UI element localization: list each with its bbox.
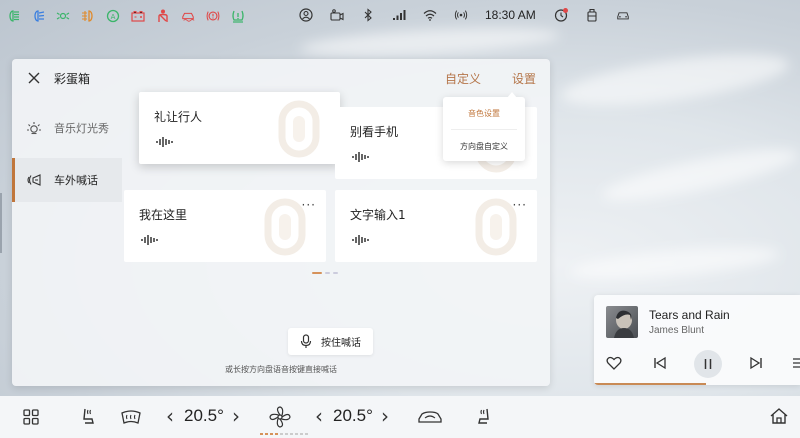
clock: 18:30 AM [485,8,536,22]
hotspot-icon [454,8,468,22]
waveform-icon [156,137,173,147]
seat-heat-left-icon[interactable] [79,407,97,427]
waveform-icon [352,152,369,162]
dropdown-item-wheel-custom[interactable]: 方向盘自定义 [443,130,525,162]
fan-icon[interactable] [269,406,291,428]
voice-card[interactable]: 文字输入1 ··· [335,190,537,262]
side-item-label: 车外喊话 [54,174,98,187]
svg-text:A: A [111,13,116,21]
left-temperature: 20.5° [184,406,224,425]
voice-card[interactable]: 我在这里 ··· [124,190,326,262]
hint-text: 或长按方向盘语音按键直接喊话 [225,365,337,374]
watermark-icon [475,198,517,256]
waveform-icon [352,235,369,245]
tire-pressure-icon [231,9,245,23]
settings-dropdown: 音色设置 方向盘自定义 [443,92,525,162]
side-item-light-show[interactable]: 音乐灯光秀 [12,106,122,150]
battery-warning-icon [131,9,145,23]
recirculation-icon[interactable] [417,410,443,424]
settings-link[interactable]: 设置 [512,70,536,87]
side-item-label: 音乐灯光秀 [54,122,109,135]
album-art[interactable] [606,306,638,338]
heart-icon[interactable] [606,355,622,371]
pause-icon [704,359,712,369]
speaker-icon [27,174,41,186]
fog-light-icon [81,9,95,23]
fan-level-indicator [260,433,308,435]
dropdown-item-voice-settings[interactable]: 音色设置 [443,97,525,129]
headlight-icon [6,9,20,23]
artist-name: James Blunt [649,325,705,336]
apps-grid-icon[interactable] [23,409,39,425]
push-to-talk-label: 按住喊话 [321,338,361,349]
page-indicator [312,272,338,274]
windshield-defrost-icon[interactable] [120,409,142,425]
right-temperature: 20.5° [333,406,373,425]
bottom-bar: ‹ 20.5° › ‹ 20.5° › [0,396,800,438]
brake-warning-icon [206,9,220,23]
seat-heat-right-icon[interactable] [475,407,493,427]
voice-card[interactable]: 礼让行人 [139,92,340,164]
card-title: 文字输入1 [350,208,406,222]
notification-icon[interactable] [554,8,568,22]
custom-link[interactable]: 自定义 [445,70,481,87]
watermark-icon [264,198,306,256]
left-temp-up-button[interactable]: › [232,404,240,428]
playlist-icon[interactable] [792,355,800,371]
left-temp-down-button[interactable]: ‹ [166,404,174,428]
playback-progress[interactable] [594,383,706,385]
previous-icon[interactable] [652,355,668,371]
traction-warning-icon [181,9,195,23]
card-title: 别看手机 [350,125,399,139]
panel-title: 彩蛋箱 [54,72,91,86]
edge-handle[interactable] [0,193,2,253]
status-bar: A 18:30 AM [0,0,800,32]
music-widget: Tears and Rain James Blunt [594,295,800,385]
home-icon[interactable] [769,407,789,425]
parking-light-icon [56,9,70,23]
wifi-icon [423,8,437,22]
cargo-icon [585,8,599,22]
card-title: 礼让行人 [154,110,203,124]
card-title: 我在这里 [139,208,188,222]
side-nav: 音乐灯光秀 车外喊话 [12,99,122,202]
push-to-talk-button[interactable]: 按住喊话 [288,328,373,355]
bluetooth-icon [361,8,375,22]
close-icon[interactable] [27,70,41,84]
watermark-icon [278,100,320,158]
right-temp-down-button[interactable]: ‹ [315,404,323,428]
pause-button[interactable] [694,350,722,378]
right-temp-up-button[interactable]: › [381,404,389,428]
signal-icon [392,8,406,22]
low-beam-icon [31,9,45,23]
song-title: Tears and Rain [649,308,730,322]
microphone-icon [300,334,312,348]
car-status-icon [616,8,630,22]
seatbelt-warning-icon [156,9,170,23]
side-item-speaker[interactable]: 车外喊话 [12,158,122,202]
user-icon[interactable] [299,8,313,22]
next-icon[interactable] [748,355,764,371]
dashcam-icon [330,8,344,22]
light-show-icon [27,122,41,135]
auto-hold-icon: A [106,9,120,23]
waveform-icon [141,235,158,245]
